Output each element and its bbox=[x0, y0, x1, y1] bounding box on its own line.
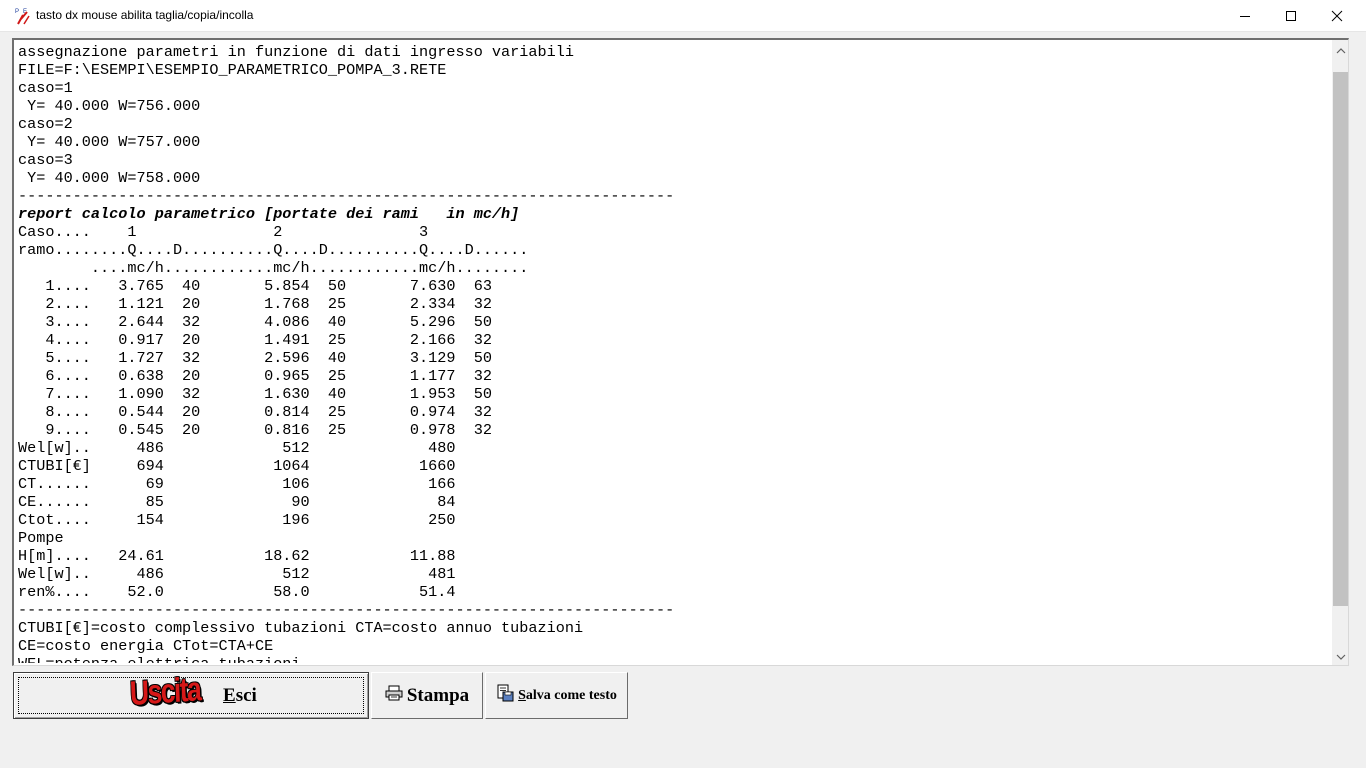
printer-icon bbox=[385, 685, 403, 706]
report-line: CT...... 69 106 166 bbox=[18, 475, 456, 493]
salva-come-testo-button[interactable]: Salva come testo bbox=[485, 672, 628, 719]
report-line: 7.... 1.090 32 1.630 40 1.953 50 bbox=[18, 385, 492, 403]
report-line: FILE=F:\ESEMPI\ESEMPIO_PARAMETRICO_POMPA… bbox=[18, 61, 447, 79]
report-line: report calcolo parametrico [portate dei … bbox=[18, 205, 520, 223]
report-line: CTUBI[€] 694 1064 1660 bbox=[18, 457, 456, 475]
report-line: 6.... 0.638 20 0.965 25 1.177 32 bbox=[18, 367, 492, 385]
report-line: Ctot.... 154 196 250 bbox=[18, 511, 456, 529]
scroll-down-button[interactable] bbox=[1332, 648, 1348, 665]
esci-button-label: Esci bbox=[223, 685, 257, 706]
report-line: Caso.... 1 2 3 bbox=[18, 223, 429, 241]
report-line: 4.... 0.917 20 1.491 25 2.166 32 bbox=[18, 331, 492, 349]
salva-button-label: Salva come testo bbox=[518, 687, 617, 703]
chevron-up-icon bbox=[1336, 47, 1345, 53]
esci-button[interactable]: Uscita Esci bbox=[13, 670, 369, 719]
report-line: ramo........Q....D..........Q....D......… bbox=[18, 241, 529, 259]
report-line: Wel[w].. 486 512 481 bbox=[18, 565, 456, 583]
report-line: 2.... 1.121 20 1.768 25 2.334 32 bbox=[18, 295, 492, 313]
report-line: Wel[w].. 486 512 480 bbox=[18, 439, 456, 457]
report-line: CE=costo energia CTot=CTA+CE bbox=[18, 637, 274, 655]
report-line: ren%.... 52.0 58.0 51.4 bbox=[18, 583, 456, 601]
pipe-network-app-icon: P E bbox=[14, 6, 34, 26]
report-line: 9.... 0.545 20 0.816 25 0.978 32 bbox=[18, 421, 492, 439]
report-line: 1.... 3.765 40 5.854 50 7.630 63 bbox=[18, 277, 492, 295]
report-line: H[m].... 24.61 18.62 11.88 bbox=[18, 547, 456, 565]
maximize-button[interactable] bbox=[1268, 0, 1314, 31]
report-line: CTUBI[€]=costo complessivo tubazioni CTA… bbox=[18, 619, 584, 637]
stampa-button-label: Stampa bbox=[406, 684, 470, 706]
report-line: 3.... 2.644 32 4.086 40 5.296 50 bbox=[18, 313, 492, 331]
uscita-logo-icon: Uscita bbox=[129, 670, 201, 713]
window-title: tasto dx mouse abilita taglia/copia/inco… bbox=[36, 8, 254, 22]
report-line: Pompe bbox=[18, 529, 64, 547]
report-line: Y= 40.000 W=758.000 bbox=[18, 169, 201, 187]
report-line: ----------------------------------------… bbox=[18, 187, 675, 205]
report-content[interactable]: assegnazione parametri in funzione di da… bbox=[18, 43, 1328, 663]
close-icon bbox=[1331, 10, 1343, 21]
report-line: ....mc/h............mc/h............mc/h… bbox=[18, 259, 529, 277]
report-line: caso=2 bbox=[18, 115, 73, 133]
chevron-down-icon bbox=[1336, 654, 1345, 660]
report-line: caso=3 bbox=[18, 151, 73, 169]
report-line: Y= 40.000 W=757.000 bbox=[18, 133, 201, 151]
report-text-area[interactable]: assegnazione parametri in funzione di da… bbox=[12, 38, 1349, 666]
minimize-icon bbox=[1240, 15, 1250, 17]
stampa-button[interactable]: Stampa bbox=[371, 672, 483, 719]
close-button[interactable] bbox=[1314, 0, 1360, 31]
vertical-scrollbar[interactable] bbox=[1332, 40, 1348, 665]
save-text-icon bbox=[496, 684, 514, 707]
scrollbar-thumb[interactable] bbox=[1333, 72, 1348, 606]
report-line: CE...... 85 90 84 bbox=[18, 493, 456, 511]
minimize-button[interactable] bbox=[1222, 0, 1268, 31]
scroll-up-button[interactable] bbox=[1332, 42, 1348, 59]
report-line: 5.... 1.727 32 2.596 40 3.129 50 bbox=[18, 349, 492, 367]
svg-text:P: P bbox=[15, 9, 19, 15]
report-line: assegnazione parametri in funzione di da… bbox=[18, 43, 574, 61]
maximize-icon bbox=[1286, 10, 1296, 21]
title-bar: P E tasto dx mouse abilita taglia/copia/… bbox=[0, 0, 1366, 32]
report-line: WEL=potenza elettrica tubazioni bbox=[18, 655, 1328, 663]
report-line: ----------------------------------------… bbox=[18, 601, 675, 619]
report-line: caso=1 bbox=[18, 79, 73, 97]
report-line: Y= 40.000 W=756.000 bbox=[18, 97, 201, 115]
report-line: 8.... 0.544 20 0.814 25 0.974 32 bbox=[18, 403, 492, 421]
